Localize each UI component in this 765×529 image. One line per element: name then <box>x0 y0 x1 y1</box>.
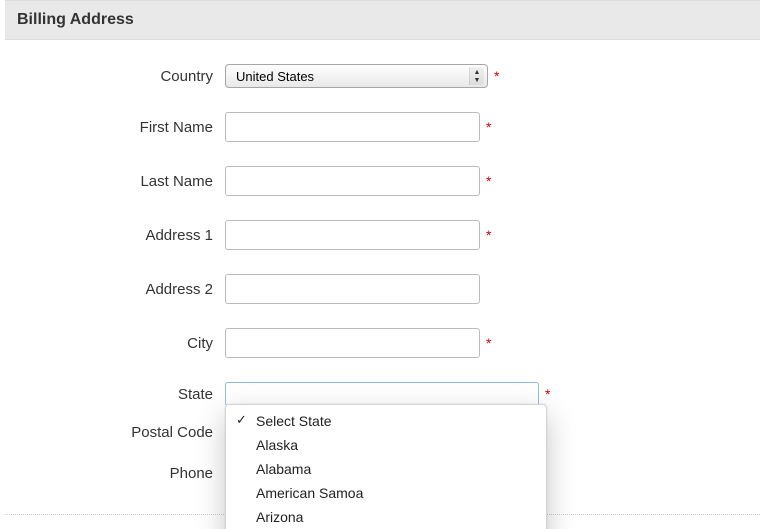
postal-code-label: Postal Code <box>5 424 225 441</box>
country-value: United States <box>236 69 314 84</box>
country-select[interactable]: United States ▲▼ <box>225 64 488 88</box>
address1-field[interactable] <box>225 220 480 250</box>
first-name-field[interactable] <box>225 112 480 142</box>
city-label: City <box>5 335 225 352</box>
required-marker: * <box>486 336 491 350</box>
select-stepper-icon: ▲▼ <box>469 67 484 85</box>
last-name-label: Last Name <box>5 173 225 190</box>
billing-address-form: Country United States ▲▼ * First Name * … <box>5 40 760 482</box>
state-option[interactable]: American Samoa <box>226 481 546 505</box>
state-option[interactable]: Alaska <box>226 433 546 457</box>
page-title: Billing Address <box>17 11 748 29</box>
address1-label: Address 1 <box>5 227 225 244</box>
first-name-label: First Name <box>5 119 225 136</box>
billing-address-header: Billing Address <box>5 0 760 40</box>
last-name-field[interactable] <box>225 166 480 196</box>
city-field[interactable] <box>225 328 480 358</box>
address2-field[interactable] <box>225 274 480 304</box>
required-marker: * <box>486 120 491 134</box>
address2-label: Address 2 <box>5 281 225 298</box>
state-option[interactable]: Select State <box>226 409 546 433</box>
phone-label: Phone <box>5 465 225 482</box>
state-dropdown: Select State Alaska Alabama American Sam… <box>225 404 547 529</box>
state-option[interactable]: Alabama <box>226 457 546 481</box>
state-label: State <box>5 386 225 403</box>
state-select[interactable] <box>225 382 539 406</box>
state-option[interactable]: Arizona <box>226 505 546 529</box>
required-marker: * <box>486 174 491 188</box>
required-marker: * <box>494 69 499 83</box>
required-marker: * <box>486 228 491 242</box>
country-label: Country <box>5 68 225 85</box>
required-marker: * <box>545 387 550 401</box>
